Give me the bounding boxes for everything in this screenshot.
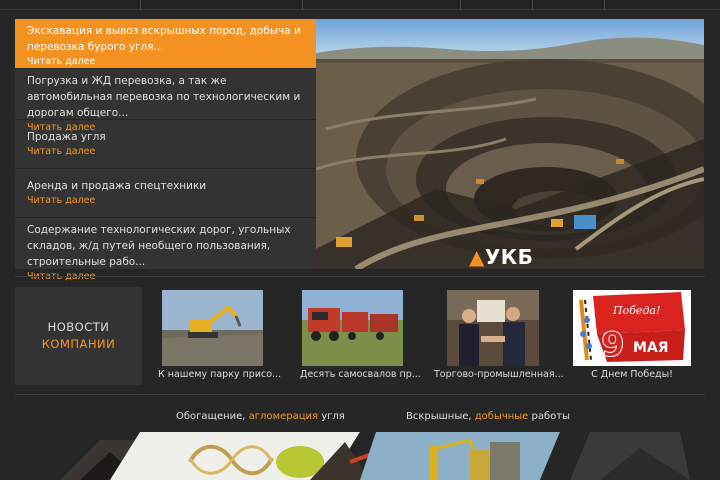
section-label-text: Обогащение, xyxy=(176,411,249,422)
hero-quarry-image[interactable]: ▲УКБ xyxy=(316,19,704,269)
news-caption[interactable]: С Днем Победы! xyxy=(573,369,691,380)
section-label-text: работы xyxy=(528,411,571,422)
news-item-title: Экскавация и вывоз вскрышных пород, добы… xyxy=(27,25,301,53)
logo-text: УКБ xyxy=(484,245,534,269)
news-item-title: Погрузка и ЖД перевозка, а так же автомо… xyxy=(27,75,301,119)
poster-day-text: 9 xyxy=(601,325,625,365)
company-logo: ▲УКБ xyxy=(469,245,533,269)
top-navigation-bar xyxy=(0,0,720,10)
news-caption[interactable]: Торгово-промышленная... xyxy=(434,369,564,380)
company-news-line1: НОВОСТИ xyxy=(47,320,110,334)
news-item-title: Содержание технологических дорог, угольн… xyxy=(27,224,291,268)
section-label-text: угля xyxy=(318,411,345,422)
nav-separator xyxy=(302,0,303,10)
read-more-link[interactable]: Читать далее xyxy=(27,271,304,283)
news-item-rail-transport[interactable]: Погрузка и ЖД перевозка, а так же автомо… xyxy=(15,69,316,133)
news-item-title: Аренда и продажа спецтехники xyxy=(27,180,207,192)
services-news-list: Экскавация и вывоз вскрышных пород, добы… xyxy=(15,19,316,282)
dump-trucks-photo xyxy=(302,290,403,366)
poster-top-text: Победа! xyxy=(612,304,660,317)
read-more-link[interactable]: Читать далее xyxy=(27,146,304,158)
excavator-photo xyxy=(162,290,263,366)
section-label-highlight: агломерация xyxy=(248,411,319,422)
news-item-coal-sale[interactable]: Продажа угля Читать далее xyxy=(15,120,316,169)
news-item-excavation[interactable]: Экскавация и вывоз вскрышных пород, добы… xyxy=(15,19,316,69)
news-caption[interactable]: К нашему парку присо... xyxy=(158,369,281,380)
nav-separator xyxy=(532,0,533,10)
news-thumb-excavator[interactable] xyxy=(162,290,263,366)
news-thumb-victory-day[interactable]: Победа! 9 МАЯ xyxy=(573,290,691,366)
logo-mark-icon: ▲ xyxy=(469,245,485,269)
news-caption[interactable]: Десять самосвалов пр... xyxy=(300,369,421,380)
victory-day-poster: Победа! 9 МАЯ xyxy=(573,290,691,366)
section-label-highlight: добычные xyxy=(474,411,529,422)
nav-separator xyxy=(140,0,141,10)
services-collage xyxy=(0,432,720,480)
read-more-link[interactable]: Читать далее xyxy=(27,56,304,68)
company-news-label[interactable]: НОВОСТИ КОМПАНИИ xyxy=(15,287,142,385)
news-thumb-meeting[interactable] xyxy=(447,290,539,366)
section-divider xyxy=(15,276,705,277)
meeting-photo xyxy=(447,290,539,366)
quarry-illustration xyxy=(316,19,704,269)
section-label-beneficiation[interactable]: Обогащение, агломерация угля xyxy=(176,411,345,422)
news-thumb-trucks[interactable] xyxy=(302,290,403,366)
news-item-equipment-rent[interactable]: Аренда и продажа спецтехники Читать дале… xyxy=(15,169,316,218)
section-label-text: Вскрышные, xyxy=(406,411,475,422)
services-image-strip xyxy=(0,432,720,480)
nav-separator xyxy=(460,0,461,10)
read-more-link[interactable]: Читать далее xyxy=(27,195,304,207)
section-label-stripping[interactable]: Вскрышные, добычные работы xyxy=(406,411,570,422)
news-item-title: Продажа угля xyxy=(27,131,106,143)
section-divider xyxy=(15,394,705,395)
news-item-road-maintenance[interactable]: Содержание технологических дорог, угольн… xyxy=(15,218,316,282)
stripping-works-image[interactable] xyxy=(360,432,560,480)
company-news-line2: КОМПАНИИ xyxy=(41,337,116,351)
nav-separator xyxy=(604,0,605,10)
poster-month-text: МАЯ xyxy=(633,340,669,356)
